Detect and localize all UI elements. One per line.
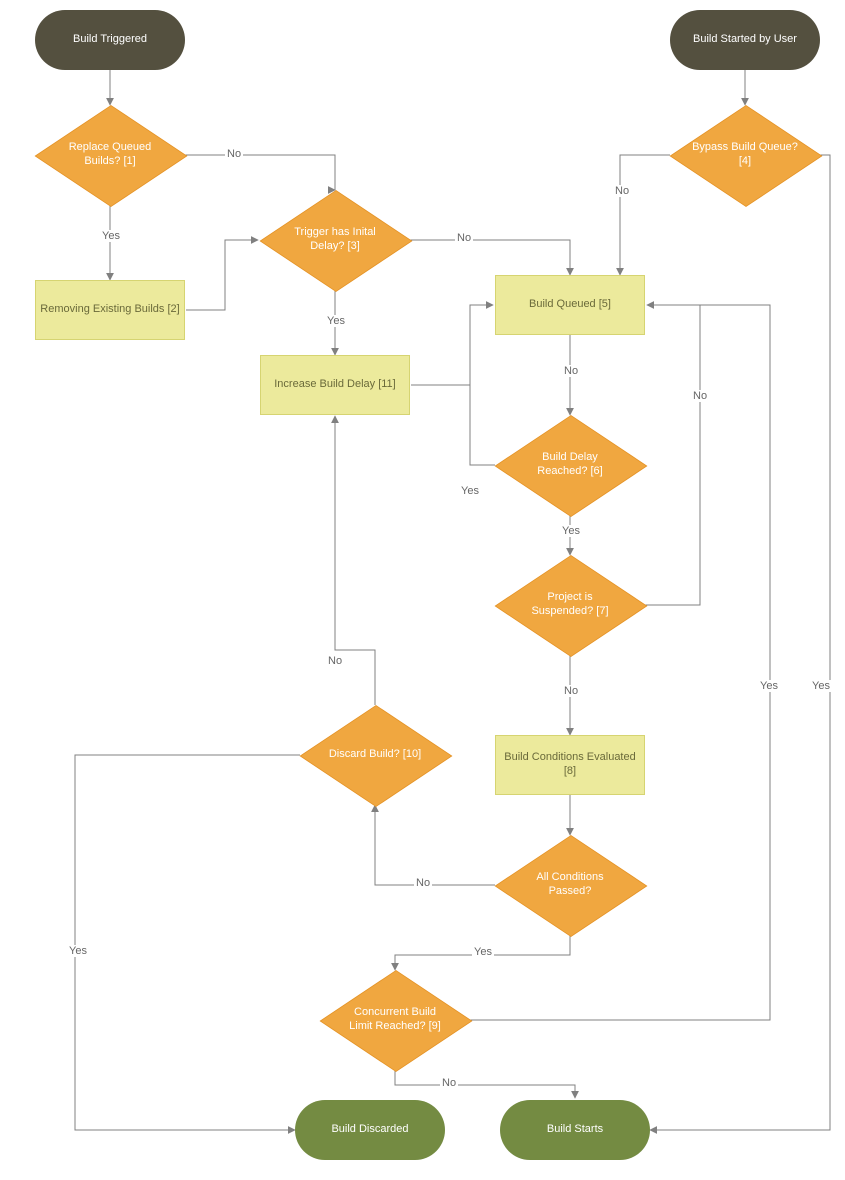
node-label: Project is Suspended? [7]: [517, 591, 623, 619]
decision-bypass-queue: Bypass Build Queue? [4]: [670, 105, 820, 205]
start-build-user: Build Started by User: [670, 10, 820, 70]
node-label: All Conditions Passed?: [517, 871, 623, 899]
edge-label: Yes: [758, 680, 780, 692]
node-label: Build Triggered: [73, 33, 147, 47]
process-increase-delay: Increase Build Delay [11]: [260, 355, 410, 415]
node-label: Build Discarded: [331, 1123, 408, 1137]
start-build-triggered: Build Triggered: [35, 10, 185, 70]
process-conditions-evaluated: Build Conditions Evaluated [8]: [495, 735, 645, 795]
end-build-discarded: Build Discarded: [295, 1100, 445, 1160]
node-label: Build Started by User: [693, 33, 797, 47]
edge-label: Yes: [67, 945, 89, 957]
edge-label: No: [562, 685, 580, 697]
node-label: Build Conditions Evaluated [8]: [500, 751, 640, 779]
decision-initial-delay: Trigger has Inital Delay? [3]: [260, 190, 410, 290]
edge-label: Yes: [100, 230, 122, 242]
node-label: Concurrent Build Limit Reached? [9]: [342, 1006, 448, 1034]
end-build-starts: Build Starts: [500, 1100, 650, 1160]
node-label: Replace Queued Builds? [1]: [57, 141, 163, 169]
edge-label: No: [613, 185, 631, 197]
edge-label: Yes: [560, 525, 582, 537]
node-label: Increase Build Delay [11]: [274, 378, 395, 392]
decision-concurrent-limit: Concurrent Build Limit Reached? [9]: [320, 970, 470, 1070]
process-remove-existing: Removing Existing Builds [2]: [35, 280, 185, 340]
node-label: Build Delay Reached? [6]: [517, 451, 623, 479]
process-build-queued: Build Queued [5]: [495, 275, 645, 335]
decision-project-suspended: Project is Suspended? [7]: [495, 555, 645, 655]
edge-label: No: [455, 232, 473, 244]
node-label: Removing Existing Builds [2]: [40, 303, 179, 317]
node-label: Trigger has Inital Delay? [3]: [282, 226, 388, 254]
node-label: Build Queued [5]: [529, 298, 611, 312]
decision-delay-reached: Build Delay Reached? [6]: [495, 415, 645, 515]
decision-replace-queued: Replace Queued Builds? [1]: [35, 105, 185, 205]
edge-label: No: [225, 148, 243, 160]
node-label: Build Starts: [547, 1123, 603, 1137]
edge-label: No: [414, 877, 432, 889]
node-label: Discard Build? [10]: [329, 748, 421, 762]
edge-label: No: [691, 390, 709, 402]
decision-discard-build: Discard Build? [10]: [300, 705, 450, 805]
node-label: Bypass Build Queue? [4]: [692, 141, 798, 169]
edge-label: Yes: [459, 485, 481, 497]
edge-label: No: [326, 655, 344, 667]
edge-label: Yes: [325, 315, 347, 327]
edge-label: Yes: [810, 680, 832, 692]
edge-label: No: [562, 365, 580, 377]
edge-label: Yes: [472, 946, 494, 958]
edge-label: No: [440, 1077, 458, 1089]
decision-all-conditions: All Conditions Passed?: [495, 835, 645, 935]
